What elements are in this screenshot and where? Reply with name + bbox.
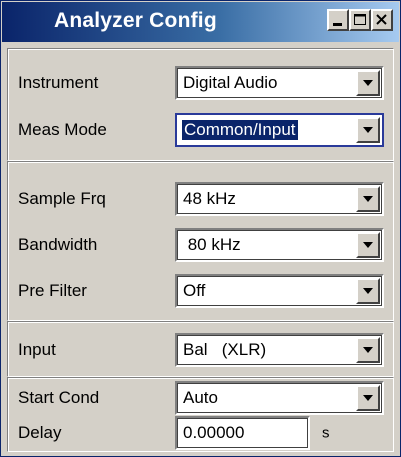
- delay-unit: s: [322, 424, 330, 442]
- window-title: Analyzer Config: [54, 9, 217, 32]
- pre-filter-value: Off: [183, 281, 206, 300]
- meas-mode-row: Meas Mode Common/Input: [8, 110, 393, 150]
- analyzer-config-window: Analyzer Config Instrument Digital Audio: [0, 0, 401, 457]
- chevron-down-icon[interactable]: [356, 385, 380, 411]
- mode-group: Instrument Digital Audio Meas Mode Commo…: [7, 48, 394, 161]
- meas-mode-select[interactable]: Common/Input: [175, 113, 384, 147]
- input-select[interactable]: Bal (XLR): [175, 333, 384, 367]
- input-value: Bal (XLR): [183, 340, 267, 359]
- input-label: Input: [18, 340, 56, 359]
- meas-mode-value: Common/Input: [181, 119, 299, 141]
- minimize-icon: [333, 23, 342, 26]
- chevron-down-icon[interactable]: [356, 117, 380, 143]
- input-group: Input Bal (XLR): [7, 321, 394, 377]
- bandwidth-value: 80 kHz: [183, 235, 241, 254]
- close-icon: [376, 14, 387, 25]
- delay-label: Delay: [18, 423, 62, 442]
- chevron-down-icon[interactable]: [356, 337, 380, 363]
- delay-value: 0.00000: [183, 423, 245, 442]
- instrument-value: Digital Audio: [183, 73, 278, 92]
- input-row: Input Bal (XLR): [8, 330, 393, 370]
- sample-frq-row: Sample Frq 48 kHz: [8, 179, 393, 219]
- bandwidth-label: Bandwidth: [18, 235, 98, 254]
- start-cond-label: Start Cond: [18, 388, 100, 407]
- pre-filter-label: Pre Filter: [18, 281, 87, 300]
- chevron-down-icon[interactable]: [356, 70, 380, 96]
- signal-group: Sample Frq 48 kHz Bandwidth 80 kHz Pre F…: [7, 161, 394, 321]
- start-cond-row: Start Cond Auto: [8, 378, 393, 418]
- maximize-button[interactable]: [349, 9, 371, 31]
- chevron-down-icon[interactable]: [356, 186, 380, 212]
- maximize-icon: [354, 14, 366, 25]
- bandwidth-select[interactable]: 80 kHz: [175, 228, 384, 262]
- pre-filter-row: Pre Filter Off: [8, 271, 393, 311]
- delay-input[interactable]: 0.00000: [175, 416, 310, 450]
- instrument-label: Instrument: [18, 73, 99, 92]
- instrument-row: Instrument Digital Audio: [8, 63, 393, 103]
- close-button[interactable]: [371, 9, 393, 31]
- sample-frq-select[interactable]: 48 kHz: [175, 182, 384, 216]
- instrument-select[interactable]: Digital Audio: [175, 66, 384, 100]
- start-cond-select[interactable]: Auto: [175, 381, 384, 415]
- title-bar[interactable]: Analyzer Config: [2, 2, 399, 42]
- chevron-down-icon[interactable]: [356, 232, 380, 258]
- sample-frq-label: Sample Frq: [18, 189, 106, 208]
- sample-frq-value: 48 kHz: [183, 189, 236, 208]
- bandwidth-row: Bandwidth 80 kHz: [8, 225, 393, 265]
- start-cond-value: Auto: [183, 388, 218, 407]
- minimize-button[interactable]: [327, 9, 349, 31]
- chevron-down-icon[interactable]: [356, 278, 380, 304]
- trigger-group: Start Cond Auto Delay 0.00000 s: [7, 377, 394, 452]
- pre-filter-select[interactable]: Off: [175, 274, 384, 308]
- delay-row: Delay 0.00000 s: [8, 413, 393, 453]
- meas-mode-label: Meas Mode: [18, 120, 107, 139]
